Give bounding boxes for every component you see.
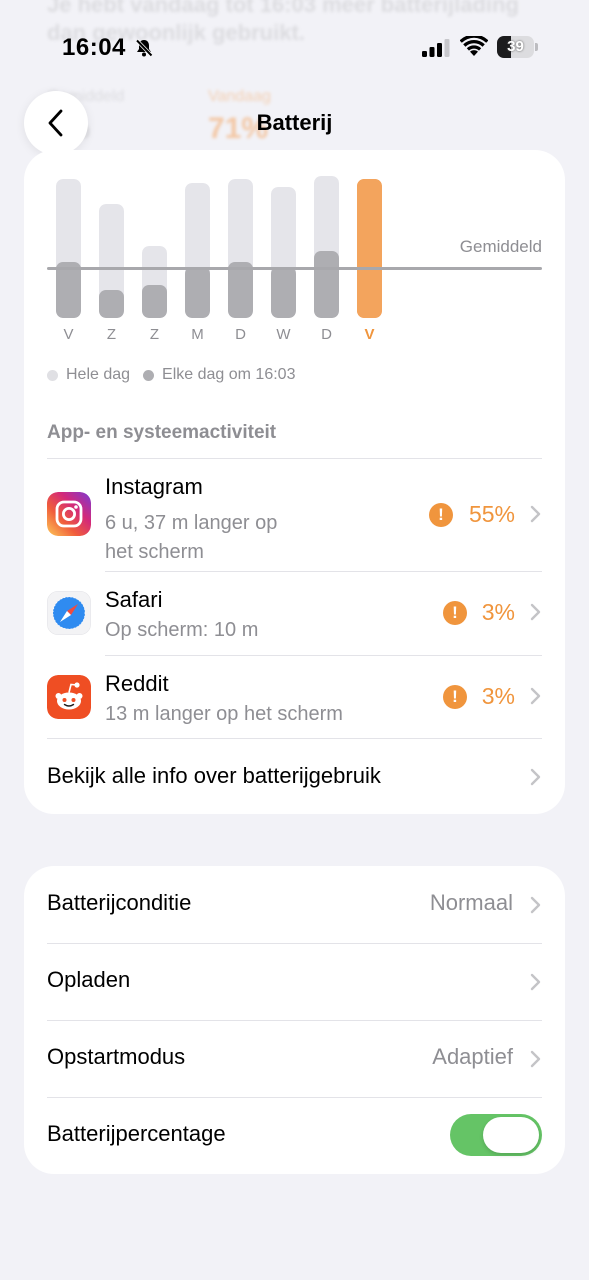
- background-stat-label: Vandaag: [208, 88, 271, 105]
- chart-bar-at-time: [56, 262, 81, 318]
- usage-percent: 55%: [468, 501, 515, 527]
- chart-bar[interactable]: [228, 178, 253, 318]
- average-label: Gemiddeld: [459, 236, 542, 256]
- view-all-battery-usage[interactable]: Bekijk alle info over batterijgebruik: [24, 738, 565, 815]
- chart-bar[interactable]: [357, 178, 382, 318]
- app-detail: 6 u, 37 m langer op: [105, 512, 278, 534]
- battery-usage-chart[interactable]: Gemiddeld V Z Z M D W D V: [24, 150, 565, 390]
- legend-dot: [143, 369, 155, 381]
- chart-tick-label: M: [191, 326, 204, 343]
- row-label: Batterijconditie: [47, 890, 192, 915]
- chart-tick-label: V: [364, 326, 375, 343]
- chart-tick-label: Z: [149, 326, 160, 343]
- chart-tick-label: Z: [106, 326, 117, 343]
- chart-bar[interactable]: [185, 183, 210, 318]
- battery-level: 39: [507, 38, 524, 55]
- row-label: Batterijpercentage: [47, 1121, 226, 1146]
- legend-item: Hele dag: [47, 366, 130, 384]
- page-title: Batterij: [256, 110, 333, 135]
- status-time: 16:04: [62, 34, 126, 61]
- app-row-reddit[interactable]: Reddit 13 m langer op het scherm ! 3%: [24, 655, 565, 738]
- battery-settings-card: Batterijconditie Normaal Opladen Opstart…: [24, 866, 565, 1174]
- row-label: Opstartmodus: [47, 1044, 186, 1069]
- reddit-icon: [47, 675, 91, 719]
- chevron-right-icon: [530, 1050, 541, 1068]
- chart-bar[interactable]: [314, 176, 339, 318]
- chart-bar[interactable]: [271, 187, 296, 318]
- app-detail: 13 m langer op het scherm: [105, 703, 343, 725]
- chart-bar[interactable]: [99, 203, 124, 318]
- row-label: Bekijk alle info over batterijgebruik: [47, 763, 381, 788]
- chart-bar-at-time: [228, 262, 253, 318]
- battery-usage-card: Gemiddeld V Z Z M D W D V Hele dag Elke dag om …: [24, 150, 565, 814]
- app-name: Instagram: [105, 474, 203, 499]
- app-row-instagram[interactable]: Instagram 6 u, 37 m langer op het scherm…: [24, 458, 565, 571]
- safari-icon: [47, 591, 91, 635]
- chart-bar-at-time: [99, 290, 124, 318]
- warning-icon: !: [429, 503, 453, 527]
- legend-label: Elke dag om 16:03: [162, 366, 296, 383]
- section-header: App- en systeemactiviteit: [47, 422, 277, 443]
- legend-label: Hele dag: [66, 366, 131, 383]
- warning-icon: !: [443, 601, 467, 625]
- chart-bar-at-time: [271, 266, 296, 318]
- row-label: Opladen: [47, 967, 131, 992]
- chart-tick-label: D: [235, 326, 246, 343]
- instagram-icon: [47, 492, 91, 536]
- battery-icon: 39: [497, 36, 539, 58]
- chart-bar[interactable]: [142, 245, 167, 318]
- legend-item: Elke dag om 16:03: [143, 366, 295, 384]
- app-detail: Op scherm: 10 m: [105, 619, 259, 641]
- chart-tick-label: W: [276, 326, 291, 343]
- battery-health-row[interactable]: Batterijconditie Normaal: [24, 866, 565, 943]
- status-bar: 16:04 39: [0, 0, 589, 90]
- app-name: Reddit: [105, 671, 169, 696]
- row-value: Normaal: [429, 890, 513, 915]
- chart-tick-label: D: [321, 326, 332, 343]
- warning-icon: !: [443, 685, 467, 709]
- chart-tick-label: V: [63, 326, 74, 343]
- chevron-right-icon: [530, 896, 541, 914]
- app-detail: het scherm: [105, 541, 204, 563]
- legend-dot: [47, 369, 58, 381]
- charging-row[interactable]: Opladen: [24, 943, 565, 1020]
- startup-mode-row[interactable]: Opstartmodus Adaptief: [24, 1020, 565, 1097]
- chart-bar[interactable]: [56, 178, 81, 318]
- battery-percentage-row: Batterijpercentage: [24, 1097, 565, 1174]
- toggle-knob: [483, 1117, 539, 1153]
- chevron-right-icon: [530, 687, 541, 705]
- app-name: Safari: [105, 587, 163, 612]
- usage-percent: 3%: [481, 683, 515, 709]
- chevron-right-icon: [530, 768, 541, 786]
- chart-legend: Hele dag Elke dag om 16:03: [47, 366, 308, 384]
- chart-bar-at-time: [142, 284, 167, 318]
- average-line: [47, 266, 542, 270]
- chevron-right-icon: [530, 973, 541, 991]
- row-value: Adaptief: [432, 1044, 513, 1069]
- chevron-right-icon: [530, 505, 541, 523]
- chart-bar-at-time: [185, 266, 210, 318]
- battery-percentage-toggle[interactable]: [450, 1114, 542, 1156]
- cellular-signal-icon: [422, 39, 450, 57]
- app-row-safari[interactable]: Safari Op scherm: 10 m ! 3%: [24, 571, 565, 655]
- chart-bar-at-time: [357, 178, 382, 318]
- usage-percent: 3%: [481, 599, 515, 625]
- bell-slash-icon: [135, 39, 153, 57]
- wifi-icon: [460, 36, 488, 56]
- chart-bar-at-time: [314, 251, 339, 318]
- chevron-right-icon: [530, 603, 541, 621]
